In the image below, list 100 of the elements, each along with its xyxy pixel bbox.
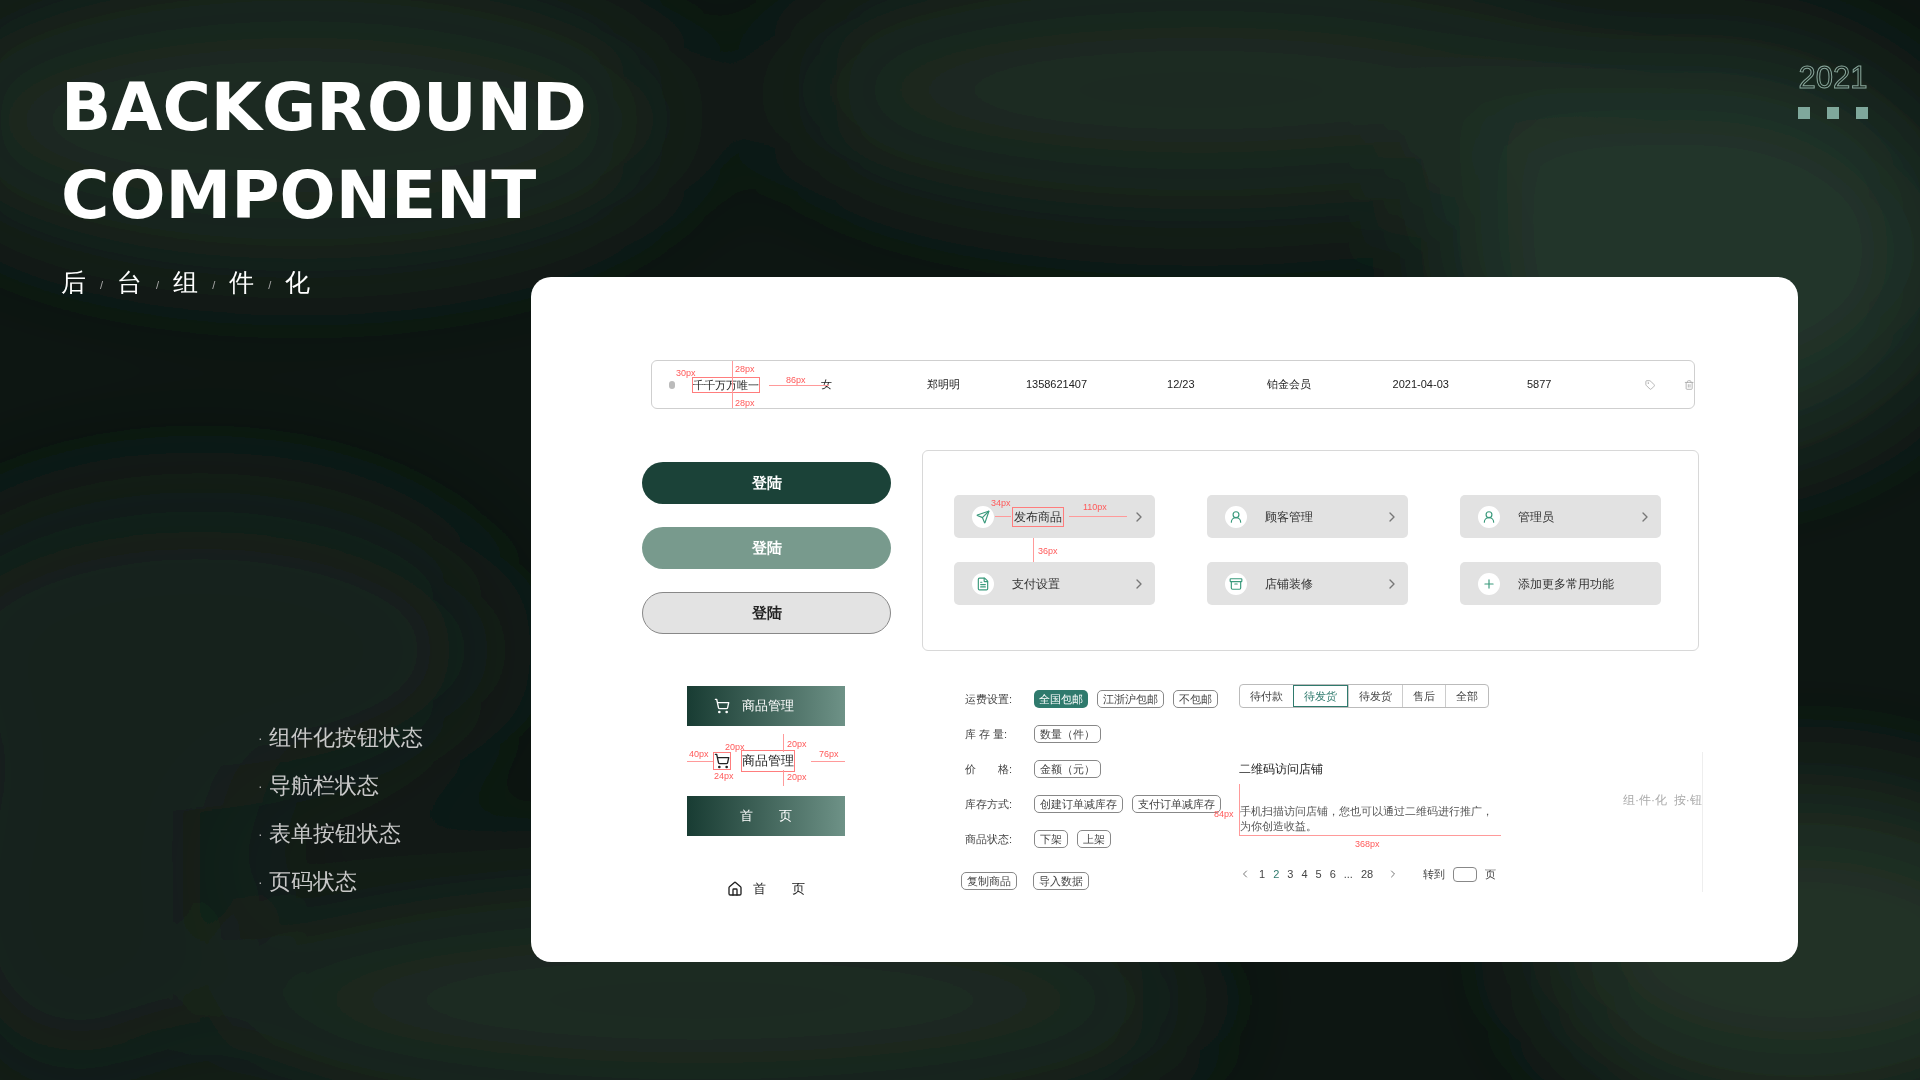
separator: / <box>268 277 272 293</box>
separator: / <box>212 277 216 293</box>
measure-label: 30px <box>676 369 696 378</box>
shortcut-tile[interactable]: 添加更多常用功能 <box>1460 562 1661 605</box>
qr-description: 手机扫描访问店铺，您也可以通过二维码进行推广，为你创造收益。 <box>1240 804 1494 834</box>
option-chip[interactable]: 数量（件） <box>1034 725 1101 743</box>
login-button[interactable]: 登陆 <box>642 462 891 504</box>
bullet: · <box>258 824 263 844</box>
table-cell-text: 5877 <box>1526 377 1552 393</box>
measure-label: 84px <box>1214 810 1234 819</box>
measure-label: 24px <box>714 772 734 781</box>
form-button[interactable]: 复制商品 <box>961 872 1017 890</box>
measure-label: 110px <box>1083 503 1107 512</box>
tab[interactable]: 待发货 <box>1293 685 1348 707</box>
measure-line <box>783 770 784 786</box>
page-input[interactable] <box>1453 866 1478 882</box>
home-icon <box>727 881 744 897</box>
page-number[interactable]: 2 <box>1273 866 1280 883</box>
option-chip[interactable]: 不包邮 <box>1173 690 1218 708</box>
measure-line <box>811 761 845 762</box>
shortcut-tile[interactable]: 管理员 <box>1460 495 1661 538</box>
subtitle-char: 件 <box>229 270 255 295</box>
measure-label: 20px <box>725 743 745 752</box>
nav-item[interactable]: 首 页 <box>687 796 845 836</box>
bullet: · <box>258 776 263 796</box>
measure-label: 368px <box>1355 840 1380 849</box>
tab[interactable]: 全部 <box>1445 685 1488 707</box>
option-chip[interactable]: 全国包邮 <box>1034 690 1088 708</box>
option-chip[interactable]: 金额（元） <box>1034 760 1101 778</box>
form-label: 价 格: <box>965 761 1014 777</box>
page-title: BACKGROUND <box>61 68 587 148</box>
option-chip[interactable]: 创建订单减库存 <box>1034 795 1123 813</box>
measure-line <box>769 385 829 386</box>
cart-icon <box>714 698 730 714</box>
table-cell-text: 2021-04-03 <box>1392 377 1449 393</box>
bullet: · <box>258 872 263 892</box>
menu-item[interactable]: 组件化按钮状态 <box>268 725 423 751</box>
form-label: 库存方式: <box>965 796 1014 812</box>
menu-item[interactable]: 表单按钮状态 <box>268 821 401 847</box>
measure-line <box>1069 516 1127 517</box>
cart-icon <box>714 753 730 769</box>
bullet: · <box>258 728 263 748</box>
table-cell-text: 12/23 <box>1167 377 1195 393</box>
measure-label: 28px <box>735 399 755 408</box>
subtitle-char: 台 <box>117 270 143 295</box>
measure-label: 20px <box>787 740 807 749</box>
qr-title: 二维码访问店铺 <box>1239 761 1324 778</box>
menu-item[interactable]: 页码状态 <box>268 869 357 895</box>
form-label: 运费设置: <box>965 691 1014 707</box>
page-suffix: 页 <box>1485 867 1497 882</box>
separator: / <box>100 277 104 293</box>
tab[interactable]: 售后 <box>1402 685 1445 707</box>
shortcut-tile[interactable]: 支付设置 <box>954 562 1155 605</box>
tab[interactable]: 待付款 <box>1240 685 1293 707</box>
tag-icon[interactable] <box>1645 377 1656 392</box>
goto-label: 转到 <box>1423 867 1446 882</box>
measure-line <box>783 734 784 752</box>
login-button[interactable]: 登陆 <box>642 592 891 634</box>
form-button[interactable]: 导入数据 <box>1033 872 1089 890</box>
subtitle-char: 组 <box>173 270 199 295</box>
form-label: 商品状态: <box>965 831 1014 847</box>
measure-label: 76px <box>819 750 839 759</box>
paper-plane-icon <box>976 509 990 524</box>
measure-label: 28px <box>735 365 755 374</box>
page-number[interactable]: 28 <box>1360 866 1374 883</box>
document-icon <box>976 576 990 591</box>
measure-line <box>687 761 713 762</box>
user-icon <box>1482 509 1496 524</box>
subtitle-char: 后 <box>61 270 86 295</box>
measure-label: 20px <box>787 773 807 782</box>
box-icon <box>1229 576 1243 591</box>
measure-line <box>732 361 733 408</box>
measure-label: 86px <box>786 376 806 385</box>
page-number[interactable]: 6 <box>1329 866 1336 883</box>
page-number[interactable]: ... <box>1343 866 1353 883</box>
page-number[interactable]: 3 <box>1287 866 1294 883</box>
nav-item[interactable]: 商品管理 <box>687 686 845 726</box>
shortcut-tile[interactable]: 店铺装修 <box>1207 562 1408 605</box>
measure-label: 36px <box>1038 547 1058 556</box>
measure-label: 34px <box>991 499 1011 508</box>
option-chip[interactable]: 江浙沪包邮 <box>1097 690 1164 708</box>
option-chip[interactable]: 下架 <box>1034 830 1068 848</box>
page-number[interactable]: 1 <box>1259 866 1266 883</box>
page-number[interactable]: 4 <box>1301 866 1308 883</box>
option-chip[interactable]: 上架 <box>1077 830 1111 848</box>
section-caption: 组·件·化 按·钮 <box>1623 792 1702 809</box>
tab[interactable]: 待发货 <box>1348 685 1402 707</box>
table-cell-text: 铂金会员 <box>1266 377 1311 393</box>
plus-icon <box>1482 576 1496 591</box>
menu-item[interactable]: 导航栏状态 <box>268 773 379 799</box>
table-cell: 千千万万唯一 <box>691 376 760 393</box>
nav-item[interactable]: 首 页 <box>687 869 845 909</box>
user-icon <box>1229 509 1243 524</box>
page-number[interactable]: 5 <box>1315 866 1322 883</box>
delete-icon[interactable] <box>1683 377 1694 392</box>
shortcut-tile[interactable]: 顾客管理 <box>1207 495 1408 538</box>
squares-drawing <box>1798 107 1868 119</box>
measure-line <box>995 516 1011 517</box>
measure-line <box>1033 538 1034 562</box>
table-cell-text: 郑明明 <box>926 377 960 393</box>
